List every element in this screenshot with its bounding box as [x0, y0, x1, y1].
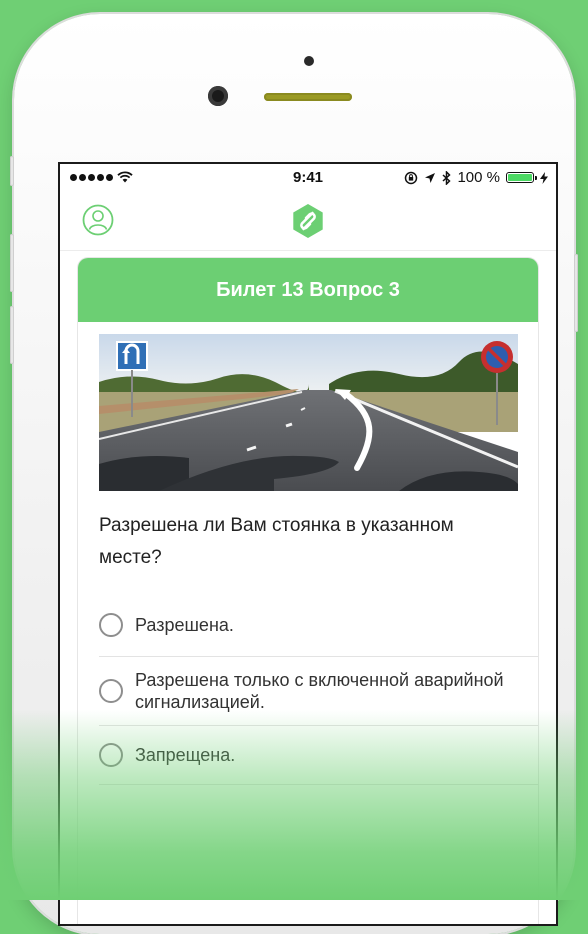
nav-bar — [60, 192, 556, 251]
orientation-lock-icon — [405, 171, 418, 184]
battery-level — [508, 174, 532, 181]
location-arrow-icon — [425, 172, 436, 183]
phone-screen: 9:41 100 % Билет 13 Вопрос 3 Разрешена л… — [60, 164, 556, 924]
answer-option-3[interactable]: Запрещена. — [99, 726, 538, 785]
app-logo-icon[interactable] — [290, 203, 326, 239]
power-button — [574, 254, 578, 332]
earpiece-speaker — [264, 93, 352, 101]
mute-switch — [10, 156, 14, 186]
answer-option-2[interactable]: Разрешена только с включенной аварийной … — [99, 657, 538, 726]
battery-percent: 100 % — [457, 169, 500, 186]
question-card: Билет 13 Вопрос 3 Разрешена ли Вам стоян… — [78, 258, 538, 924]
bluetooth-icon — [442, 170, 452, 185]
status-bar: 9:41 100 % — [60, 164, 556, 192]
answer-label: Разрешена. — [135, 615, 234, 635]
radio-button[interactable] — [99, 743, 123, 767]
phone-frame: 9:41 100 % Билет 13 Вопрос 3 Разрешена л… — [10, 14, 578, 934]
question-photo — [99, 334, 518, 491]
question-text: Разрешена ли Вам стоянка в указанном мес… — [99, 515, 454, 568]
answer-option-1[interactable]: Разрешена. — [99, 594, 538, 657]
user-profile-icon[interactable] — [82, 204, 114, 236]
battery-icon — [506, 172, 537, 183]
front-camera — [208, 86, 228, 106]
answer-label: Разрешена только с включенной аварийной … — [135, 670, 504, 712]
ticket-title: Билет 13 Вопрос 3 — [216, 278, 400, 301]
status-indicators: 100 % — [404, 169, 548, 186]
radio-button[interactable] — [99, 613, 123, 637]
radio-button[interactable] — [99, 679, 123, 703]
volume-down-button — [10, 306, 14, 364]
charging-bolt-icon — [540, 171, 548, 184]
proximity-sensor — [304, 56, 314, 66]
ticket-header: Билет 13 Вопрос 3 — [78, 258, 538, 322]
volume-up-button — [10, 234, 14, 292]
answer-label: Запрещена. — [135, 745, 236, 765]
